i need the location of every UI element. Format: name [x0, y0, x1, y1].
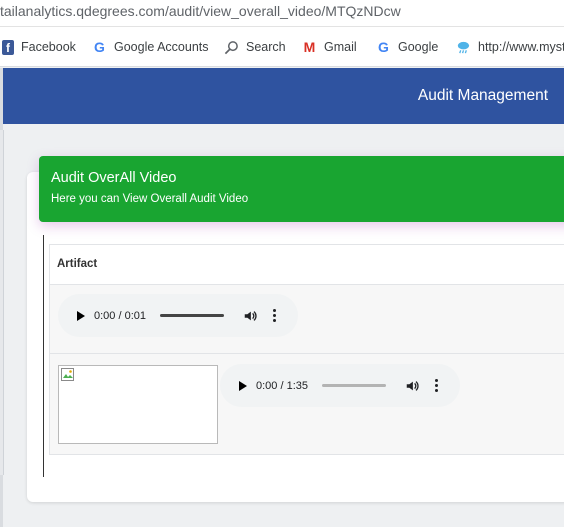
divider	[43, 235, 44, 477]
player-time: 0:00 / 0:01	[94, 309, 146, 322]
bookmark-myst[interactable]: http://www.myst	[456, 38, 564, 56]
card-title: Audit OverAll Video	[51, 170, 177, 186]
gmail-icon: M	[303, 38, 316, 55]
seek-slider[interactable]	[160, 314, 224, 317]
bookmark-label: Gmail	[324, 40, 357, 54]
bookmark-label: Google Accounts	[114, 40, 209, 54]
broken-image-icon	[61, 368, 74, 381]
bookmark-label: Search	[246, 40, 286, 54]
audio-player[interactable]: 0:00 / 1:35	[220, 364, 460, 407]
facebook-icon: f	[2, 39, 14, 55]
bookmark-google[interactable]: G Google	[376, 38, 438, 56]
app-title: Audit Management	[417, 87, 548, 104]
audio-player[interactable]: 0:00 / 0:01	[58, 294, 298, 337]
player-time: 0:00 / 1:35	[256, 379, 308, 392]
volume-icon[interactable]	[405, 379, 419, 393]
play-icon[interactable]	[239, 380, 247, 391]
bookmark-search[interactable]: Search	[224, 38, 286, 56]
card-header: Audit OverAll Video Here you can View Ov…	[39, 156, 564, 222]
bookmark-label: http://www.myst	[478, 40, 564, 54]
bookmark-google-accounts[interactable]: G Google Accounts	[92, 38, 209, 56]
column-header-artifact: Artifact	[57, 258, 98, 270]
seek-slider[interactable]	[322, 384, 386, 387]
url-text[interactable]: tailanalytics.qdegrees.com/audit/view_ov…	[0, 3, 401, 19]
volume-icon[interactable]	[243, 309, 257, 323]
table-row: 0:00 / 0:01	[50, 285, 564, 354]
artifact-table: Artifact 0:00 / 0:01 0:00 / 1:35	[49, 244, 564, 455]
google-icon: G	[378, 38, 389, 55]
weather-icon	[456, 40, 471, 55]
table-row: 0:00 / 1:35	[50, 354, 564, 454]
bookmark-facebook[interactable]: f Facebook	[2, 38, 76, 56]
bookmark-gmail[interactable]: M Gmail	[302, 38, 357, 56]
card-subtitle: Here you can View Overall Audit Video	[51, 193, 249, 205]
table-header-row: Artifact	[50, 245, 564, 285]
google-icon: G	[94, 38, 105, 55]
play-icon[interactable]	[77, 310, 85, 321]
broken-image	[58, 365, 218, 444]
more-options-icon[interactable]	[435, 379, 438, 392]
bookmark-label: Facebook	[21, 40, 76, 54]
search-icon	[224, 40, 239, 55]
sidebar-edge	[0, 130, 4, 475]
more-options-icon[interactable]	[273, 309, 276, 322]
app-header: Audit Management	[3, 68, 564, 124]
address-bar[interactable]: tailanalytics.qdegrees.com/audit/view_ov…	[0, 0, 564, 27]
bookmarks-bar: f Facebook G Google Accounts Search M Gm…	[0, 27, 564, 67]
bookmark-label: Google	[398, 40, 439, 54]
